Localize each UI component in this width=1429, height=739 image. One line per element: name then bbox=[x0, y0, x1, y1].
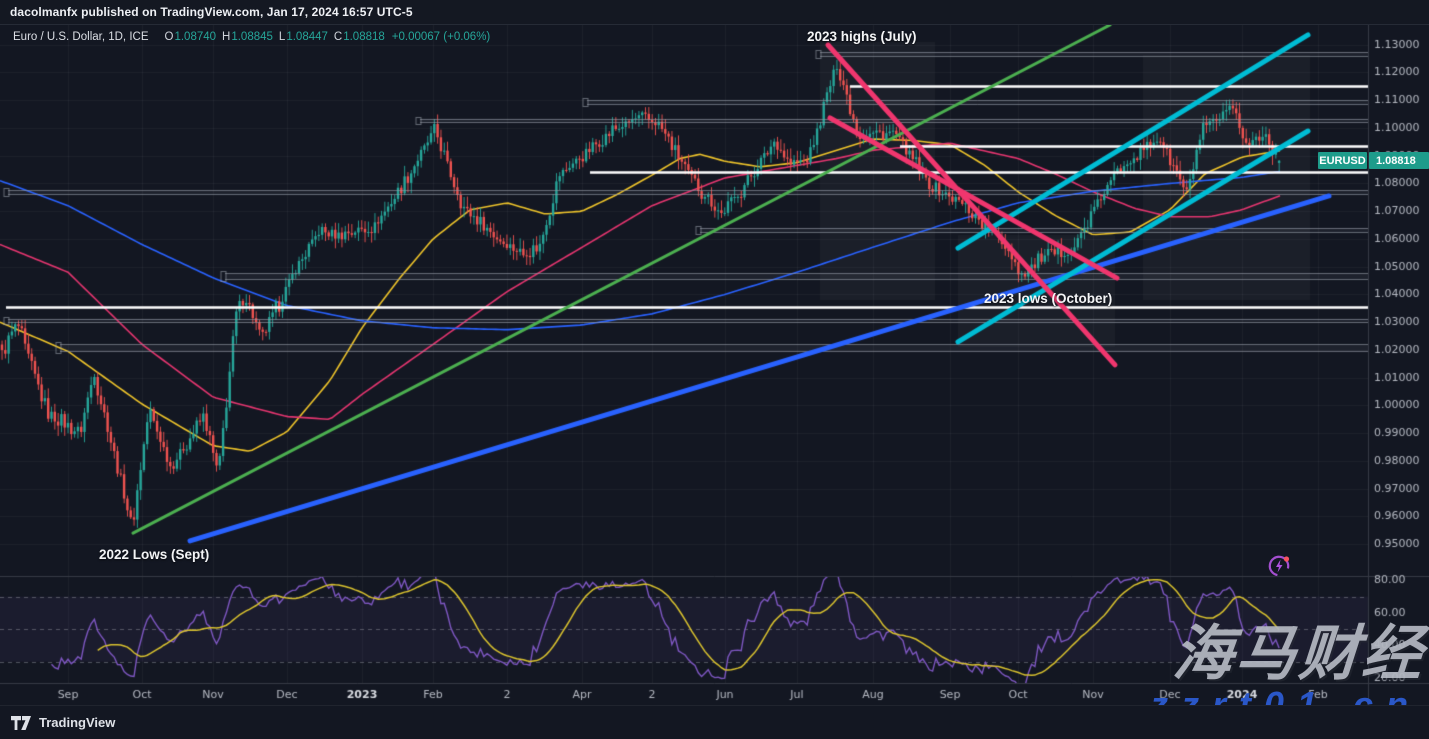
footer-bar: TradingView bbox=[0, 705, 1429, 739]
tradingview-logo-icon[interactable] bbox=[10, 715, 32, 731]
symbol-price-tag: EURUSD bbox=[1318, 152, 1367, 169]
annotation-2023-highs: 2023 highs (July) bbox=[807, 29, 917, 44]
close-label: C bbox=[334, 31, 342, 43]
tradingview-brand-link[interactable]: TradingView bbox=[39, 715, 115, 730]
symbol-description: Euro / U.S. Dollar, 1D, ICE bbox=[13, 31, 149, 43]
publication-header: dacolmanfx published on TradingView.com,… bbox=[0, 0, 1429, 25]
published-chart-page: dacolmanfx published on TradingView.com,… bbox=[0, 0, 1429, 739]
annotation-2022-lows: 2022 Lows (Sept) bbox=[99, 547, 209, 562]
annotation-2023-lows: 2023 lows (October) bbox=[984, 291, 1112, 306]
attribution-text: dacolmanfx published on TradingView.com,… bbox=[10, 5, 413, 19]
open-value: 1.08740 bbox=[174, 31, 216, 43]
price-axis[interactable] bbox=[1369, 25, 1429, 705]
high-label: H bbox=[222, 31, 230, 43]
open-label: O bbox=[165, 31, 174, 43]
close-value: 1.08818 bbox=[343, 31, 385, 43]
change-value: +0.00067 (+0.06%) bbox=[392, 31, 490, 43]
price-chart-canvas[interactable] bbox=[0, 25, 1429, 705]
low-value: 1.08447 bbox=[286, 31, 328, 43]
low-label: L bbox=[279, 31, 285, 43]
time-axis[interactable] bbox=[0, 683, 1368, 705]
lightning-badge-icon bbox=[1267, 553, 1293, 579]
chart-area: Euro / U.S. Dollar, 1D, ICEO1.08740H1.08… bbox=[0, 25, 1429, 705]
symbol-legend: Euro / U.S. Dollar, 1D, ICEO1.08740H1.08… bbox=[13, 31, 490, 43]
high-value: 1.08845 bbox=[231, 31, 273, 43]
